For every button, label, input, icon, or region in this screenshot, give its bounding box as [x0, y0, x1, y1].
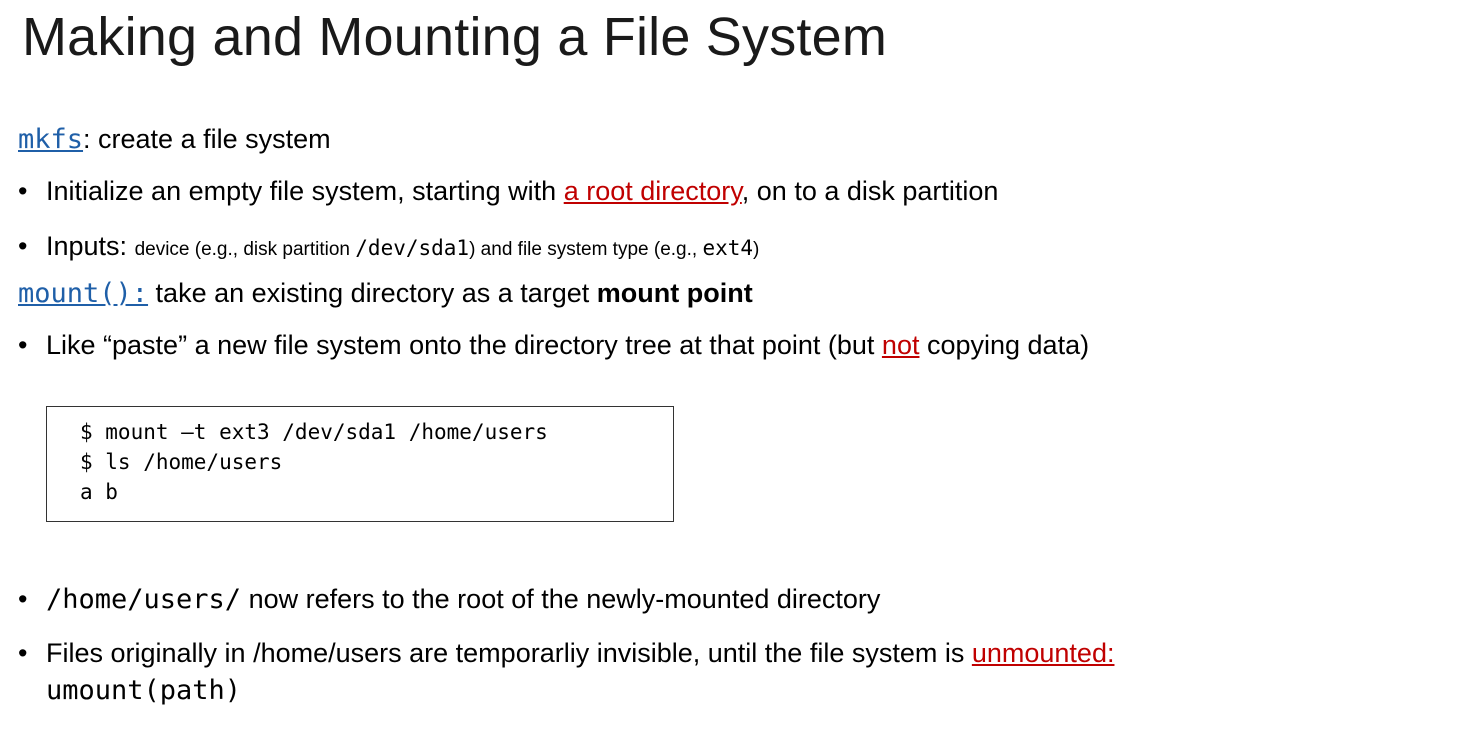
slide-title: Making and Mounting a File System: [22, 7, 888, 67]
bullet-text: copying data): [919, 330, 1090, 360]
inputs-label: Inputs:: [46, 231, 135, 261]
mount-description: take an existing directory as a target: [148, 278, 597, 308]
mkfs-bullet-inputs: • Inputs: device (e.g., disk partition /d…: [18, 229, 759, 267]
inputs-text-3: ): [753, 239, 760, 260]
inputs-text-2: ) and file system type (e.g.,: [469, 239, 703, 260]
root-directory-link[interactable]: a root directory: [564, 176, 742, 206]
bullet-text: Initialize an empty file system, startin…: [46, 176, 564, 206]
not-link[interactable]: not: [882, 330, 920, 360]
bullet-text: Like “paste” a new file system onto the …: [46, 330, 882, 360]
fstype-code: ext4: [702, 236, 754, 260]
code-line: a b: [80, 480, 118, 504]
mount-point-bold: mount point: [596, 278, 753, 308]
mount-heading: mount(): take an existing directory as a…: [18, 276, 753, 311]
bullet-text: , on to a disk partition: [741, 176, 999, 206]
code-line: $ ls /home/users: [80, 450, 283, 474]
mount-link[interactable]: mount():: [18, 278, 148, 309]
code-block: $ mount –t ext3 /dev/sda1 /home/users $ …: [46, 406, 674, 522]
device-code: /dev/sda1: [355, 236, 470, 260]
umount-code: umount(path): [46, 675, 242, 706]
mount-bullet-paste: • Like “paste” a new file system onto the…: [18, 328, 1089, 362]
mkfs-heading: mkfs: create a file system: [18, 122, 331, 157]
mkfs-description: : create a file system: [83, 124, 331, 154]
bullet-marker: •: [18, 584, 28, 614]
inputs-text-1: device (e.g., disk partition: [134, 239, 356, 260]
bullet-marker: •: [18, 330, 28, 360]
bullet-marker: •: [18, 231, 28, 261]
after-bullet-home-users: • /home/users/ now refers to the root of …: [18, 582, 880, 617]
bullet-marker: •: [18, 176, 28, 206]
home-users-code: /home/users/: [46, 584, 242, 615]
unmounted-link[interactable]: unmounted:: [972, 638, 1115, 668]
code-line: $ mount –t ext3 /dev/sda1 /home/users: [80, 420, 548, 444]
bullet-text: Files originally in /home/users are temp…: [46, 638, 972, 668]
after-bullet-invisible: • Files originally in /home/users are tem…: [18, 636, 1114, 670]
mkfs-link[interactable]: mkfs: [18, 124, 83, 155]
bullet-marker: •: [18, 638, 28, 668]
bullet-text: now refers to the root of the newly-moun…: [241, 584, 881, 614]
mkfs-bullet-initialize: • Initialize an empty file system, starti…: [18, 174, 998, 208]
